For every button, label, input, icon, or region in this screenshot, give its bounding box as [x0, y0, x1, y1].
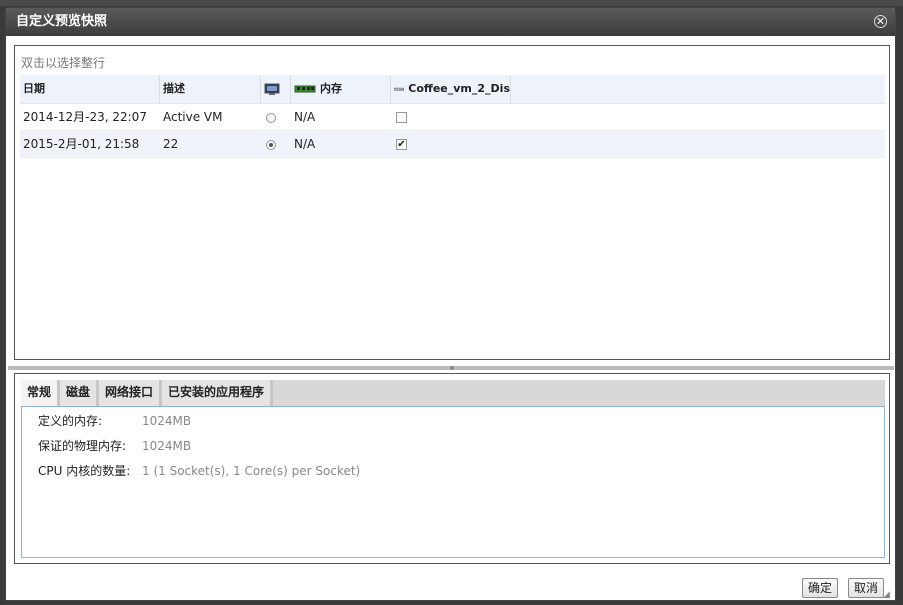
defined-memory-label: 定义的内存:: [38, 414, 103, 428]
snapshot-disk-cell[interactable]: [391, 104, 511, 130]
dialog-footer: 确定 取消 ◢: [6, 570, 895, 600]
snapshot-memory: N/A: [294, 137, 316, 151]
column-header-memory[interactable]: 内存: [291, 75, 391, 103]
ok-button[interactable]: 确定: [802, 578, 839, 598]
cancel-button[interactable]: 取消: [848, 578, 885, 598]
guaranteed-memory-label: 保证的物理内存:: [38, 439, 127, 453]
memory-chip-icon: [294, 85, 316, 93]
tab-installed-applications[interactable]: 已安装的应用程序: [162, 380, 274, 406]
general-tab-content: 定义的内存: 1024MB 保证的物理内存: 1024MB CPU 内核的数量: 1 …: [21, 406, 885, 558]
details-panel: 常规 磁盘 网络接口 已安装的应用程序 定义的内存: 1024MB 保证的物理内存…: [14, 373, 890, 564]
snapshot-panel: 双击以选择整行 日期 描述 内存 Coffee_vm_2_Dis 2014-12…: [14, 45, 890, 360]
snapshot-date: 2014-12月-23, 22:07: [23, 110, 147, 124]
table-header: 日期 描述 内存 Coffee_vm_2_Dis: [20, 75, 885, 104]
snapshot-radio[interactable]: [261, 131, 291, 157]
tab-disks[interactable]: 磁盘: [60, 380, 100, 406]
disk-drive-icon: [394, 87, 405, 91]
details-tabbar: 常规 磁盘 网络接口 已安装的应用程序: [21, 380, 885, 406]
radio-button-selected[interactable]: [266, 139, 276, 150]
disk-checkbox[interactable]: [396, 112, 407, 123]
monitor-icon: [264, 83, 280, 95]
defined-memory-field: 定义的内存: 1024MB: [38, 412, 191, 429]
disk-header-label: Coffee_vm_2_Dis: [408, 82, 510, 95]
snapshot-disk-cell[interactable]: ✔: [391, 131, 511, 157]
defined-memory-value: 1024MB: [142, 414, 192, 428]
table-row[interactable]: 2014-12月-23, 22:07 Active VM N/A: [20, 104, 885, 131]
custom-preview-snapshot-dialog: 自定义预览快照 ✕ 双击以选择整行 日期 描述 内存 Coffee_vm_2_D…: [5, 7, 896, 601]
column-header-date[interactable]: 日期: [20, 75, 160, 103]
guaranteed-memory-value: 1024MB: [142, 439, 192, 453]
cpu-cores-label: CPU 内核的数量:: [38, 464, 131, 478]
close-icon[interactable]: ✕: [874, 15, 887, 28]
resize-grip-icon[interactable]: ◢: [883, 590, 893, 600]
dialog-titlebar[interactable]: 自定义预览快照 ✕: [6, 8, 895, 36]
radio-button[interactable]: [266, 112, 276, 123]
backdrop-top: [0, 0, 903, 6]
column-header-disk[interactable]: Coffee_vm_2_Dis: [391, 75, 511, 103]
snapshot-memory: N/A: [294, 110, 316, 124]
splitter-handle[interactable]: [450, 366, 454, 370]
snapshot-table: 日期 描述 内存 Coffee_vm_2_Dis 2014-12月-23, 22…: [20, 75, 885, 158]
tab-network-interfaces[interactable]: 网络接口: [99, 380, 163, 406]
cpu-cores-value: 1 (1 Socket(s), 1 Core(s) per Socket): [142, 464, 361, 478]
snapshot-description: Active VM: [163, 110, 223, 124]
guaranteed-memory-field: 保证的物理内存: 1024MB: [38, 437, 191, 454]
instruction-text: 双击以选择整行: [21, 56, 106, 70]
column-header-state[interactable]: [261, 75, 291, 103]
cpu-cores-field: CPU 内核的数量: 1 (1 Socket(s), 1 Core(s) per …: [38, 462, 360, 479]
panel-splitter[interactable]: [8, 366, 894, 370]
snapshot-description: 22: [163, 137, 179, 151]
disk-checkbox-checked[interactable]: ✔: [396, 139, 407, 150]
table-row[interactable]: 2015-2月-01, 21:58 22 N/A ✔: [20, 131, 885, 158]
snapshot-date: 2015-2月-01, 21:58: [23, 137, 140, 151]
dialog-title: 自定义预览快照: [16, 14, 108, 29]
memory-header-label: 内存: [320, 82, 342, 95]
tab-general[interactable]: 常规: [21, 380, 61, 406]
snapshot-radio[interactable]: [261, 104, 291, 130]
column-header-description[interactable]: 描述: [160, 75, 261, 103]
